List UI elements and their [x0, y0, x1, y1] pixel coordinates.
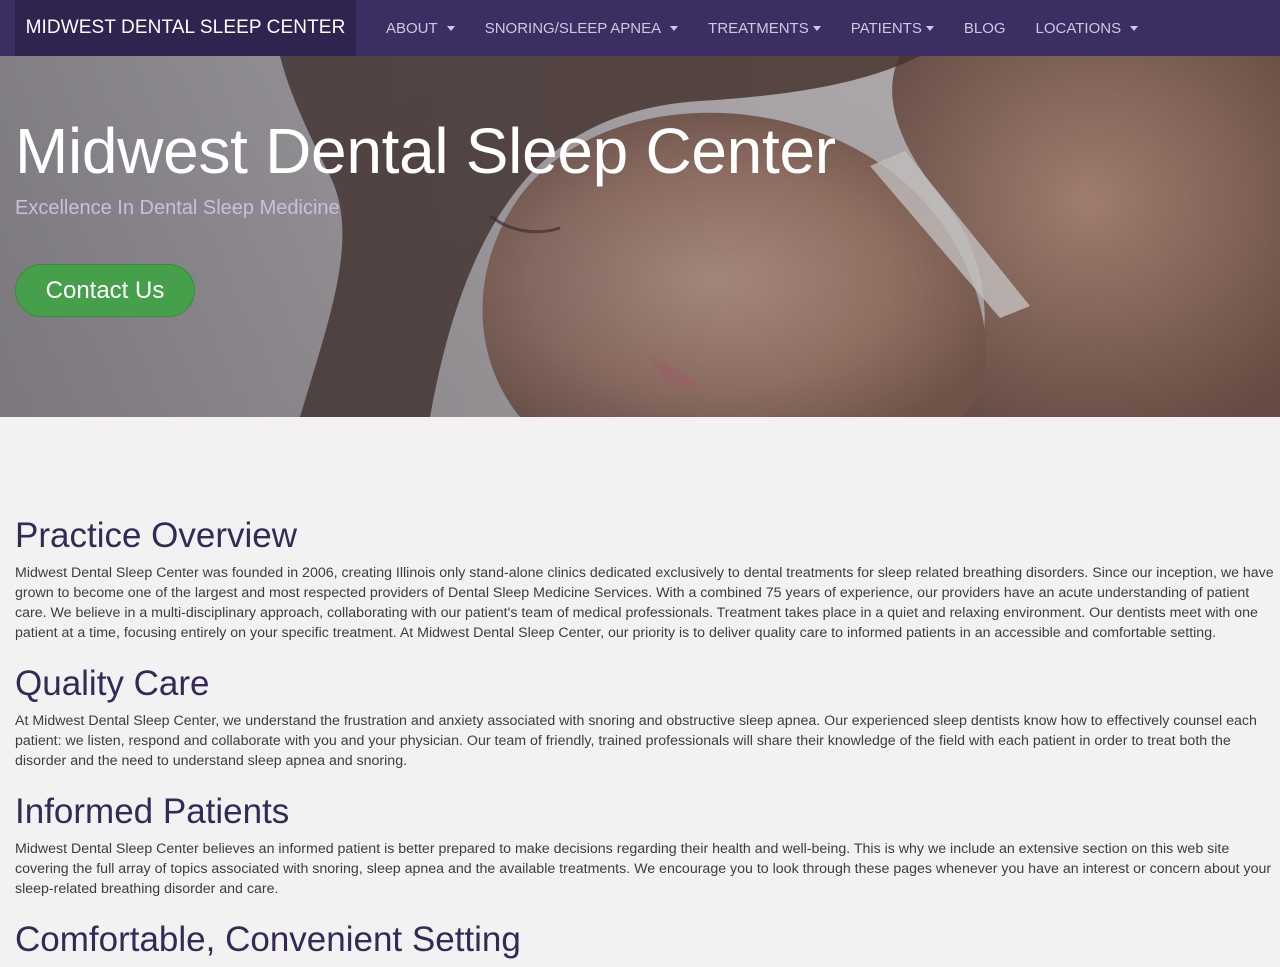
nav-item-label: ABOUT	[386, 19, 438, 37]
nav-item-label: LOCATIONS	[1035, 19, 1122, 37]
main-content: Practice Overview Midwest Dental Sleep C…	[15, 515, 1280, 967]
section-body: At Midwest Dental Sleep Center, we under…	[15, 713, 1257, 769]
nav-item-label: TREATMENTS	[708, 19, 809, 37]
section-practice-overview: Practice Overview Midwest Dental Sleep C…	[15, 515, 1280, 643]
section-informed-patients: Informed Patients Midwest Dental Sleep C…	[15, 791, 1280, 899]
nav-item-treatments[interactable]: TREATMENTS	[708, 20, 821, 37]
nav-item-locations[interactable]: LOCATIONS	[1036, 20, 1139, 37]
brand-link[interactable]: MIDWEST DENTAL SLEEP CENTER	[15, 0, 356, 56]
nav-item-label: BLOG	[963, 19, 1006, 37]
section-body: Midwest Dental Sleep Center believes an …	[15, 841, 1272, 897]
contact-us-button[interactable]: Contact Us	[15, 264, 195, 317]
nav-item-snoring-sleep-apnea[interactable]: SNORING/SLEEP APNEA	[484, 19, 679, 37]
caret-down-icon	[446, 26, 455, 31]
section-heading: Quality Care	[15, 664, 210, 703]
hero-title: Midwest Dental Sleep Center	[15, 115, 836, 187]
nav-item-label: PATIENTS	[850, 19, 922, 37]
caret-down-icon	[1130, 26, 1139, 31]
caret-down-icon	[812, 26, 821, 31]
nav-item-patients[interactable]: PATIENTS	[851, 20, 934, 37]
section-comfortable-setting: Comfortable, Convenient Setting	[15, 919, 1280, 961]
hero-subtitle: Excellence In Dental Sleep Medicine	[15, 197, 340, 219]
section-heading: Informed Patients	[15, 792, 290, 831]
caret-down-icon	[670, 26, 679, 31]
caret-down-icon	[925, 26, 934, 31]
top-navbar: MIDWEST DENTAL SLEEP CENTER ABOUT SNORIN…	[0, 0, 1280, 56]
section-quality-care: Quality Care At Midwest Dental Sleep Cen…	[15, 663, 1280, 771]
section-heading: Practice Overview	[15, 516, 298, 555]
nav-menu: ABOUT SNORING/SLEEP APNEA TREATMENTS PAT…	[386, 0, 1168, 56]
hero-background-image	[0, 56, 1280, 417]
nav-item-about[interactable]: ABOUT	[386, 20, 455, 37]
section-heading: Comfortable, Convenient Setting	[15, 920, 521, 959]
nav-item-blog[interactable]: BLOG	[964, 20, 1006, 37]
hero-banner: Midwest Dental Sleep Center Excellence I…	[0, 56, 1280, 417]
section-body: Midwest Dental Sleep Center was founded …	[15, 565, 1274, 641]
nav-item-label: SNORING/SLEEP APNEA	[484, 19, 662, 37]
